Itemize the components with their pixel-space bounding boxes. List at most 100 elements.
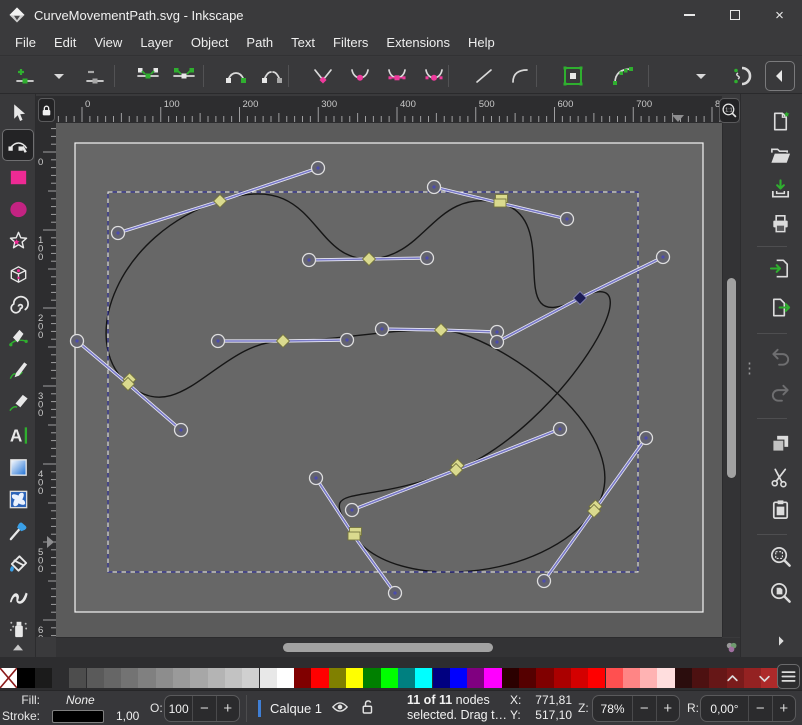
tool-bucket[interactable]: [3, 549, 33, 579]
palette-swatch[interactable]: [467, 668, 484, 688]
maximize-button[interactable]: [712, 0, 757, 30]
join-segment-button[interactable]: [221, 61, 251, 91]
vertical-scrollbar-thumb[interactable]: [727, 278, 736, 478]
open-document-button[interactable]: [766, 141, 794, 169]
palette-swatch[interactable]: [311, 668, 328, 688]
layer-name[interactable]: Calque 1: [270, 701, 322, 716]
palette-swatch[interactable]: [121, 668, 138, 688]
rotation-value[interactable]: 0,00°: [701, 696, 748, 721]
tool-spray[interactable]: [3, 613, 33, 643]
palette-swatch[interactable]: [208, 668, 225, 688]
titlebar[interactable]: CurveMovementPath.svg - Inkscape ×: [0, 0, 802, 30]
palette-swatch[interactable]: [571, 668, 588, 688]
stroke-color-swatch[interactable]: [52, 710, 104, 723]
symmetric-node-button[interactable]: [382, 61, 412, 91]
palette-swatch[interactable]: [398, 668, 415, 688]
palette-swatch[interactable]: [536, 668, 553, 688]
canvas[interactable]: [56, 123, 722, 637]
stroke-width-value[interactable]: 1,00: [116, 709, 139, 723]
cut-button[interactable]: [766, 463, 794, 491]
palette-swatch[interactable]: [692, 668, 709, 688]
tool-tweak[interactable]: [3, 581, 33, 611]
new-document-button[interactable]: [766, 107, 794, 135]
fill-stroke-indicator[interactable]: Fill: None Stroke: 1,00: [2, 692, 144, 725]
auto-node-button[interactable]: [419, 61, 449, 91]
rotation-increase-button[interactable]: +: [772, 696, 796, 721]
palette-swatch[interactable]: [260, 668, 277, 688]
menu-view[interactable]: View: [85, 31, 131, 54]
palette-swatch[interactable]: [173, 668, 190, 688]
palette-swatch[interactable]: [87, 668, 104, 688]
panel-resize-handle[interactable]: ⋮: [742, 364, 757, 374]
menu-layer[interactable]: Layer: [131, 31, 182, 54]
tool-rectangle[interactable]: [3, 162, 33, 192]
paste-button[interactable]: [766, 495, 794, 523]
palette-swatch[interactable]: [277, 668, 294, 688]
smooth-node-button[interactable]: [345, 61, 375, 91]
curve-segment-button[interactable]: [505, 61, 535, 91]
palette-swatch[interactable]: [69, 668, 86, 688]
palette-swatch[interactable]: [294, 668, 311, 688]
tool-selector[interactable]: [3, 98, 33, 128]
zoom-selection-button[interactable]: [766, 542, 794, 570]
duplicate-button[interactable]: [766, 429, 794, 457]
layer-visibility-icon[interactable]: [331, 698, 349, 719]
zoom-spinbox[interactable]: 78% − +: [592, 695, 680, 722]
palette-swatch[interactable]: [381, 668, 398, 688]
palette-menu-icon[interactable]: [777, 664, 800, 689]
zoom-1-1-button[interactable]: 1:1: [719, 98, 740, 123]
tool-node-editor[interactable]: [3, 130, 33, 160]
palette-swatch[interactable]: [623, 668, 640, 688]
rotation-spinbox[interactable]: 0,00° − +: [700, 695, 796, 722]
palette-swatch[interactable]: [225, 668, 242, 688]
layer-lock-icon[interactable]: [358, 698, 376, 719]
palette-swatch[interactable]: [606, 668, 623, 688]
palette-swatch-none[interactable]: [0, 668, 17, 688]
palette-swatch[interactable]: [675, 668, 692, 688]
color-management-icon[interactable]: [722, 638, 740, 657]
break-nodes-button[interactable]: [169, 61, 199, 91]
opacity-decrease-button[interactable]: −: [192, 696, 215, 721]
tool-ellipse[interactable]: [3, 195, 33, 225]
tool-pen[interactable]: [3, 323, 33, 353]
lpe-param-button[interactable]: [727, 61, 757, 91]
menu-text[interactable]: Text: [282, 31, 324, 54]
path-node-selected[interactable]: [494, 199, 506, 207]
palette-swatch[interactable]: [657, 668, 674, 688]
print-document-button[interactable]: [766, 209, 794, 237]
tool-dropper[interactable]: [3, 517, 33, 547]
tool-spiral[interactable]: [3, 291, 33, 321]
ruler-lock-icon[interactable]: [38, 98, 55, 122]
palette-swatch[interactable]: [104, 668, 121, 688]
show-outline-button[interactable]: [608, 61, 638, 91]
line-segment-button[interactable]: [469, 61, 499, 91]
palette-swatch[interactable]: [363, 668, 380, 688]
menu-filters[interactable]: Filters: [324, 31, 377, 54]
node-menu-button[interactable]: [44, 61, 74, 91]
opacity-spinbox[interactable]: 100 − +: [164, 695, 240, 722]
expand-panel-icon[interactable]: [770, 630, 792, 652]
opacity-increase-button[interactable]: +: [216, 696, 239, 721]
menu-path[interactable]: Path: [237, 31, 282, 54]
palette-swatch[interactable]: [433, 668, 450, 688]
menu-object[interactable]: Object: [182, 31, 238, 54]
palette-swatch[interactable]: [640, 668, 657, 688]
tool-pencil[interactable]: [3, 356, 33, 386]
vertical-scrollbar[interactable]: [722, 123, 740, 637]
palette-swatch[interactable]: [190, 668, 207, 688]
menu-extensions[interactable]: Extensions: [377, 31, 459, 54]
horizontal-scrollbar-thumb[interactable]: [283, 643, 493, 652]
close-button[interactable]: ×: [757, 0, 802, 30]
palette-swatch[interactable]: [242, 668, 259, 688]
zoom-decrease-button[interactable]: −: [632, 696, 655, 721]
edit-clip-button[interactable]: [558, 61, 588, 91]
vertical-ruler[interactable]: 0100200300400500600: [36, 123, 56, 637]
palette-swatch[interactable]: [17, 668, 34, 688]
minimize-button[interactable]: [667, 0, 712, 30]
import-document-button[interactable]: [766, 254, 794, 282]
tool-mesh[interactable]: [3, 484, 33, 514]
collapse-panel-button[interactable]: [765, 61, 795, 91]
palette-swatch[interactable]: [502, 668, 519, 688]
zoom-increase-button[interactable]: +: [656, 696, 679, 721]
path-node-selected[interactable]: [348, 532, 360, 540]
